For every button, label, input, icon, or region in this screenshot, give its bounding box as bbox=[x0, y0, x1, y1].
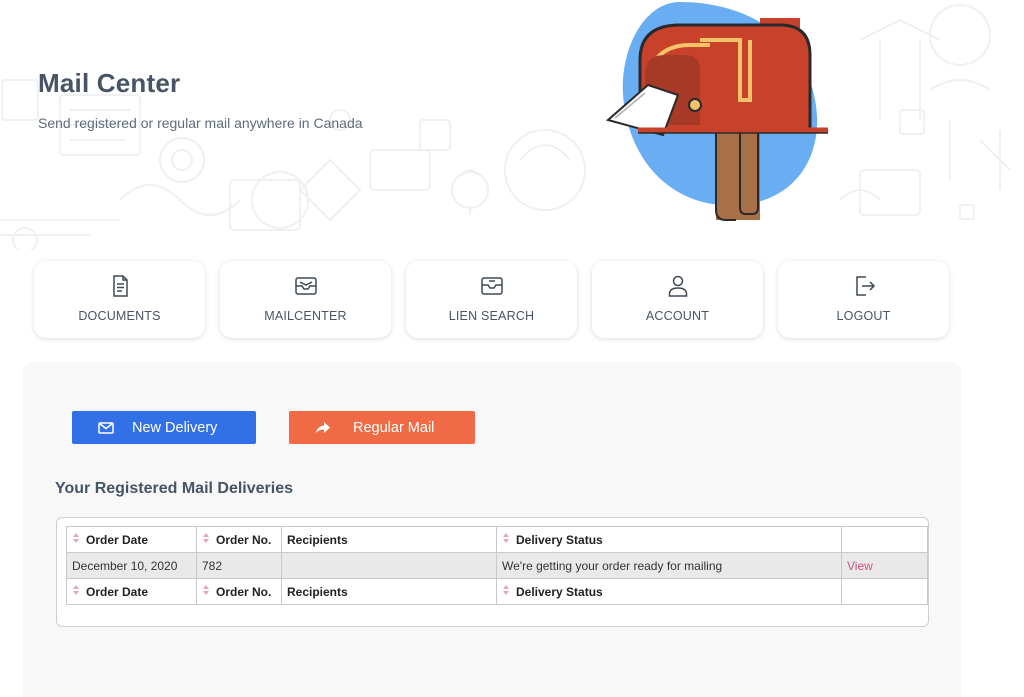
new-delivery-button[interactable]: New Delivery bbox=[72, 411, 256, 444]
view-link[interactable]: View bbox=[847, 559, 873, 573]
nav-label-documents: DOCUMENTS bbox=[78, 309, 161, 323]
table-header-row: Order Date Order No. Recipients Delivery… bbox=[66, 526, 928, 553]
new-delivery-label: New Delivery bbox=[132, 419, 218, 436]
footer-header-actions bbox=[841, 578, 928, 605]
regular-mail-button[interactable]: Regular Mail bbox=[289, 411, 475, 444]
deliveries-table: Order Date Order No. Recipients Delivery… bbox=[66, 526, 928, 605]
nav-label-mailcenter: MAILCENTER bbox=[264, 309, 347, 323]
footer-header-delivery-status[interactable]: Delivery Status bbox=[496, 578, 842, 605]
column-header-delivery-status[interactable]: Delivery Status bbox=[496, 526, 842, 553]
nav-label-lien-search: LIEN SEARCH bbox=[448, 309, 535, 323]
sort-icon bbox=[502, 584, 510, 597]
nav-card-documents[interactable]: DOCUMENTS bbox=[34, 261, 205, 338]
envelope-icon bbox=[98, 421, 114, 434]
cell-order-date: December 10, 2020 bbox=[66, 552, 197, 579]
cell-order-no: 782 bbox=[196, 552, 282, 579]
cell-recipients bbox=[281, 552, 497, 579]
document-icon bbox=[112, 275, 128, 297]
sort-icon bbox=[72, 584, 80, 597]
sort-icon bbox=[202, 532, 210, 545]
footer-header-order-no[interactable]: Order No. bbox=[196, 578, 282, 605]
nav-label-logout: LOGOUT bbox=[836, 309, 891, 323]
sort-icon bbox=[202, 584, 210, 597]
page-title: Mail Center bbox=[38, 68, 181, 98]
nav-card-account[interactable]: ACCOUNT bbox=[592, 261, 763, 338]
mail-tray-icon bbox=[294, 277, 317, 295]
nav-card-logout[interactable]: LOGOUT bbox=[778, 261, 949, 338]
column-header-recipients: Recipients bbox=[281, 526, 497, 553]
footer-header-recipients: Recipients bbox=[281, 578, 497, 605]
cell-action: View bbox=[841, 552, 928, 579]
column-header-actions bbox=[841, 526, 928, 553]
regular-mail-label: Regular Mail bbox=[353, 419, 435, 436]
cell-delivery-status: We're getting your order ready for maili… bbox=[496, 552, 842, 579]
nav-card-lien-search[interactable]: LIEN SEARCH bbox=[406, 261, 577, 338]
share-arrow-icon bbox=[316, 421, 330, 433]
deliveries-panel: New Delivery Regular Mail Your Registere… bbox=[23, 362, 961, 697]
column-header-order-date[interactable]: Order Date bbox=[66, 526, 197, 553]
table-row: December 10, 2020 782 We're getting your… bbox=[66, 552, 928, 579]
logout-icon bbox=[855, 276, 875, 296]
footer-header-order-date[interactable]: Order Date bbox=[66, 578, 197, 605]
mailbox-illustration bbox=[605, 2, 828, 221]
nav-label-account: ACCOUNT bbox=[645, 309, 710, 323]
inbox-search-icon bbox=[480, 277, 503, 295]
user-icon bbox=[668, 275, 687, 297]
sort-icon bbox=[502, 532, 510, 545]
nav-card-mailcenter[interactable]: MAILCENTER bbox=[220, 261, 391, 338]
deliveries-table-container: Order Date Order No. Recipients Delivery… bbox=[56, 517, 929, 627]
table-footer-row: Order Date Order No. Recipients Delivery… bbox=[66, 578, 928, 605]
sort-icon bbox=[72, 532, 80, 545]
page-subtitle: Send registered or regular mail anywhere… bbox=[38, 115, 363, 131]
section-title: Your Registered Mail Deliveries bbox=[55, 480, 294, 497]
hero-banner: Mail Center Send registered or regular m… bbox=[0, 0, 1024, 250]
column-header-order-no[interactable]: Order No. bbox=[196, 526, 282, 553]
